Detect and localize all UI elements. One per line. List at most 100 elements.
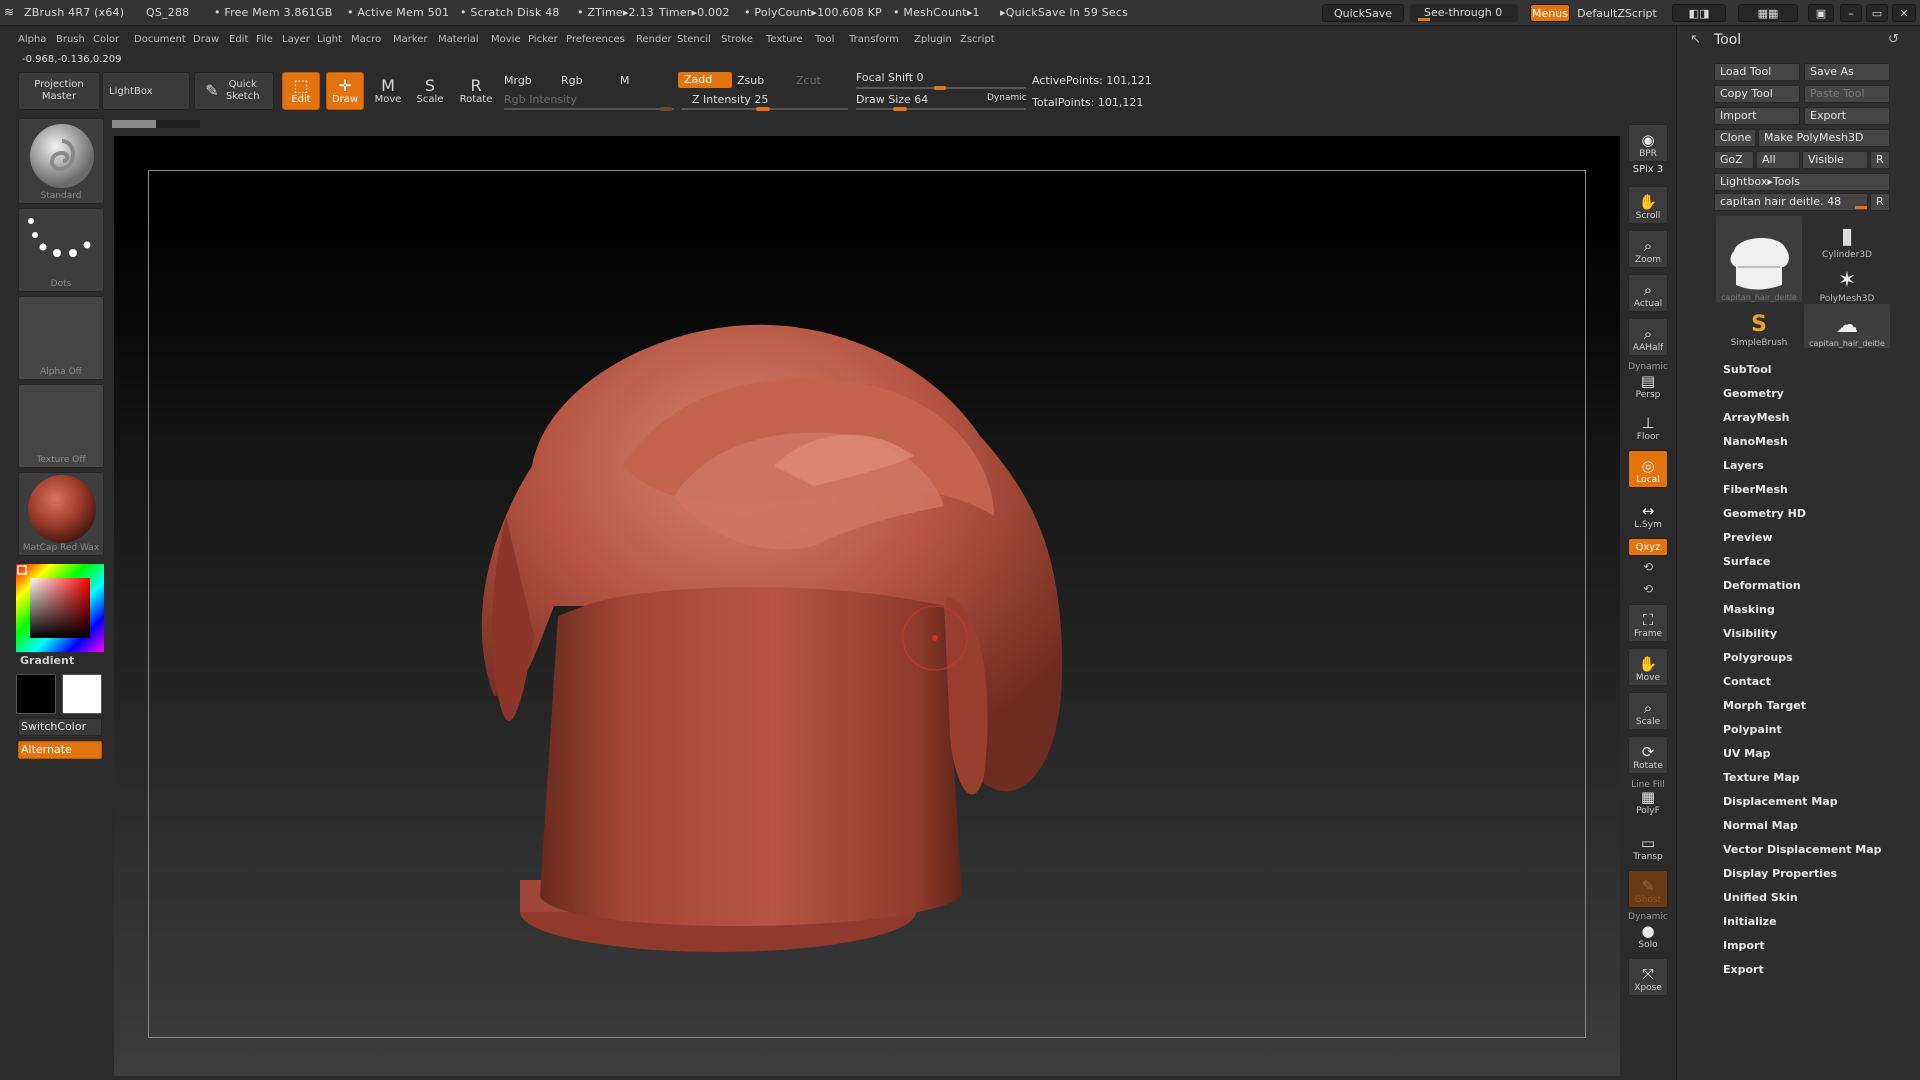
stroke-slot[interactable]: Dots [18,208,104,292]
subpalette-morph-target[interactable]: Morph Target [1723,699,1806,712]
subpalette-contact[interactable]: Contact [1723,675,1771,688]
menu-draw[interactable]: Draw [193,34,219,45]
texture-slot[interactable]: Texture Off [18,384,104,468]
subpalette-uv-map[interactable]: UV Map [1723,747,1771,760]
frame-button[interactable]: ⛶ Frame [1628,604,1668,642]
gradient-label[interactable]: Gradient [20,654,74,667]
aahalf-button[interactable]: ⌕ AAHalf [1628,318,1668,356]
make-polymesh-button[interactable]: Make PolyMesh3D [1758,129,1890,147]
menu-file[interactable]: File [256,34,273,45]
tool-thumb-hair-2[interactable]: ☁ capitan_hair_deitle [1804,304,1890,348]
subpalette-polypaint[interactable]: Polypaint [1723,723,1782,736]
menu-material[interactable]: Material [438,34,479,45]
maximize-icon[interactable]: ▭ [1866,4,1888,22]
zoom-button[interactable]: ⌕ Zoom [1628,230,1668,268]
rotate-z-icon[interactable]: ⟲ [1628,582,1668,596]
transp-button[interactable]: ▭ Transp [1628,826,1668,864]
lock-icon[interactable]: ▣ [1808,4,1834,22]
focal-shift-slider[interactable]: Focal Shift 0 [856,71,924,84]
goz-all-button[interactable]: All [1756,151,1800,169]
rotate-y-icon[interactable]: ⟲ [1628,560,1668,574]
subpalette-surface[interactable]: Surface [1723,555,1770,568]
subpalette-normal-map[interactable]: Normal Map [1723,819,1798,832]
spix-slider[interactable]: SPix 3 [1628,164,1668,175]
import-button[interactable]: Import [1714,107,1800,125]
solo-button[interactable]: ● Solo [1628,914,1668,952]
persp-button[interactable]: ▤ Persp [1628,364,1668,402]
tool-thumb-polymesh[interactable]: ✶ PolyMesh3D [1804,260,1890,304]
current-tool-slider[interactable]: capitan hair deitle. 48 [1714,193,1868,211]
quick-sketch-button[interactable]: ✎ Quick Sketch [194,72,274,110]
subpalette-initialize[interactable]: Initialize [1723,915,1777,928]
palette-reset-icon[interactable]: ↺ [1888,32,1899,47]
save-as-button[interactable]: Save As [1804,63,1890,81]
subpalette-geometry-hd[interactable]: Geometry HD [1723,507,1806,520]
rgb-intensity-slider[interactable]: Rgb Intensity [504,93,577,106]
menu-render[interactable]: Render [636,34,672,45]
subpalette-visibility[interactable]: Visibility [1723,627,1777,640]
load-tool-button[interactable]: Load Tool [1714,63,1800,81]
subpalette-masking[interactable]: Masking [1723,603,1775,616]
menu-preferences[interactable]: Preferences [566,34,625,45]
subpalette-nanomesh[interactable]: NanoMesh [1723,435,1788,448]
menus-button[interactable]: Menus [1530,4,1570,22]
polyf-button[interactable]: ▦ PolyF [1628,780,1668,818]
menu-tool[interactable]: Tool [815,34,834,45]
tool-thumb-hair-1[interactable]: capitan_hair_deitle [1716,216,1802,302]
palette-collapse-icon[interactable]: ↖ [1690,32,1701,47]
scale-button[interactable]: S Scale [412,72,448,110]
move-view-button[interactable]: ✋ Move [1628,648,1668,686]
actual-button[interactable]: ⌕ Actual [1628,274,1668,312]
subpalette-subtool[interactable]: SubTool [1723,363,1772,376]
subpalette-displacement-map[interactable]: Displacement Map [1723,795,1838,808]
paste-tool-button[interactable]: Paste Tool [1804,85,1890,103]
ghost-button[interactable]: ✎ Ghost [1628,870,1668,908]
z-intensity-slider[interactable]: Z Intensity 25 [692,93,768,106]
projection-master-button[interactable]: Projection Master [18,72,100,110]
move-button[interactable]: M Move [370,72,406,110]
menu-transform[interactable]: Transform [849,34,899,45]
edit-button[interactable]: ⬚ Edit [282,72,320,110]
tool-thumb-simplebrush[interactable]: S SimpleBrush [1716,304,1802,348]
lsym-button[interactable]: ↔ L.Sym [1628,498,1668,532]
menu-brush[interactable]: Brush [56,34,85,45]
subpalette-arraymesh[interactable]: ArrayMesh [1723,411,1789,424]
menu-layer[interactable]: Layer [282,34,310,45]
menu-stroke[interactable]: Stroke [721,34,753,45]
current-tool-r-button[interactable]: R [1870,193,1890,211]
scale-view-button[interactable]: ⌕ Scale [1628,692,1668,730]
subpalette-fibermesh[interactable]: FiberMesh [1723,483,1788,496]
subpalette-layers[interactable]: Layers [1723,459,1764,472]
see-through-slider[interactable]: See-through 0 [1410,4,1518,22]
m-button[interactable]: M [620,74,630,87]
secondary-color-swatch[interactable] [62,674,102,714]
close-icon[interactable]: ✕ [1892,4,1916,22]
copy-tool-button[interactable]: Copy Tool [1714,85,1800,103]
menu-movie[interactable]: Movie [491,34,521,45]
xpose-button[interactable]: ⤧ Xpose [1628,958,1668,996]
menu-zplugin[interactable]: Zplugin [914,34,952,45]
goz-button[interactable]: GoZ [1714,151,1754,169]
menu-color[interactable]: Color [93,34,119,45]
subpalette-preview[interactable]: Preview [1723,531,1773,544]
menu-macro[interactable]: Macro [351,34,381,45]
zsub-button[interactable]: Zsub [737,74,764,87]
draw-button[interactable]: ✛ Draw [326,72,364,110]
dynamic-toggle[interactable]: Dynamic [987,93,1027,103]
minimize-icon[interactable]: – [1840,4,1862,22]
rotate-view-button[interactable]: ⟳ Rotate [1628,736,1668,774]
quicksave-button[interactable]: QuickSave [1322,4,1404,22]
zcut-button[interactable]: Zcut [796,74,821,87]
brush-slot[interactable]: Standard [18,118,104,204]
rgb-button[interactable]: Rgb [561,74,583,87]
lightbox-button[interactable]: LightBox [102,72,190,110]
xyz-button[interactable]: Qxyz [1628,538,1668,556]
default-zscript-button[interactable]: DefaultZScript [1572,4,1662,22]
subpalette-vector-displacement-map[interactable]: Vector Displacement Map [1723,843,1882,856]
ui-layout-icon[interactable]: ◧◨ [1672,4,1726,22]
subpalette-polygroups[interactable]: Polygroups [1723,651,1793,664]
main-color-swatch[interactable] [16,674,56,714]
clone-button[interactable]: Clone [1714,129,1756,147]
color-picker[interactable] [16,564,104,652]
subpalette-texture-map[interactable]: Texture Map [1723,771,1800,784]
